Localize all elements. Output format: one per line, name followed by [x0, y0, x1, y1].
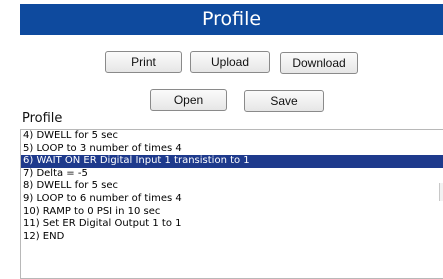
list-item[interactable]: 5) LOOP to 3 number of times 4: [21, 143, 443, 156]
open-button[interactable]: Open: [150, 89, 227, 111]
download-button[interactable]: Download: [280, 52, 358, 74]
page-title: Profile: [20, 4, 443, 35]
list-item[interactable]: 10) RAMP to 0 PSI in 10 sec: [21, 206, 443, 219]
list-item[interactable]: 9) LOOP to 6 number of times 4: [21, 193, 443, 206]
print-button[interactable]: Print: [105, 51, 182, 73]
list-item[interactable]: 12) END: [21, 231, 443, 244]
scrollbar-edge[interactable]: [439, 183, 443, 201]
list-item[interactable]: 8) DWELL for 5 sec: [21, 180, 443, 193]
profile-window: Profile Print Upload Download Open Save …: [0, 0, 443, 279]
profile-list-label: Profile: [22, 111, 63, 126]
list-item[interactable]: 11) Set ER Digital Output 1 to 1: [21, 218, 443, 231]
profile-steps-listbox[interactable]: 4) DWELL for 5 sec 5) LOOP to 3 number o…: [20, 129, 443, 279]
list-item-selected[interactable]: 6) WAIT ON ER Digital Input 1 transistio…: [21, 155, 443, 168]
upload-button[interactable]: Upload: [190, 51, 270, 73]
list-item[interactable]: 4) DWELL for 5 sec: [21, 130, 443, 143]
save-button[interactable]: Save: [244, 90, 324, 112]
list-item[interactable]: 7) Delta = -5: [21, 168, 443, 181]
